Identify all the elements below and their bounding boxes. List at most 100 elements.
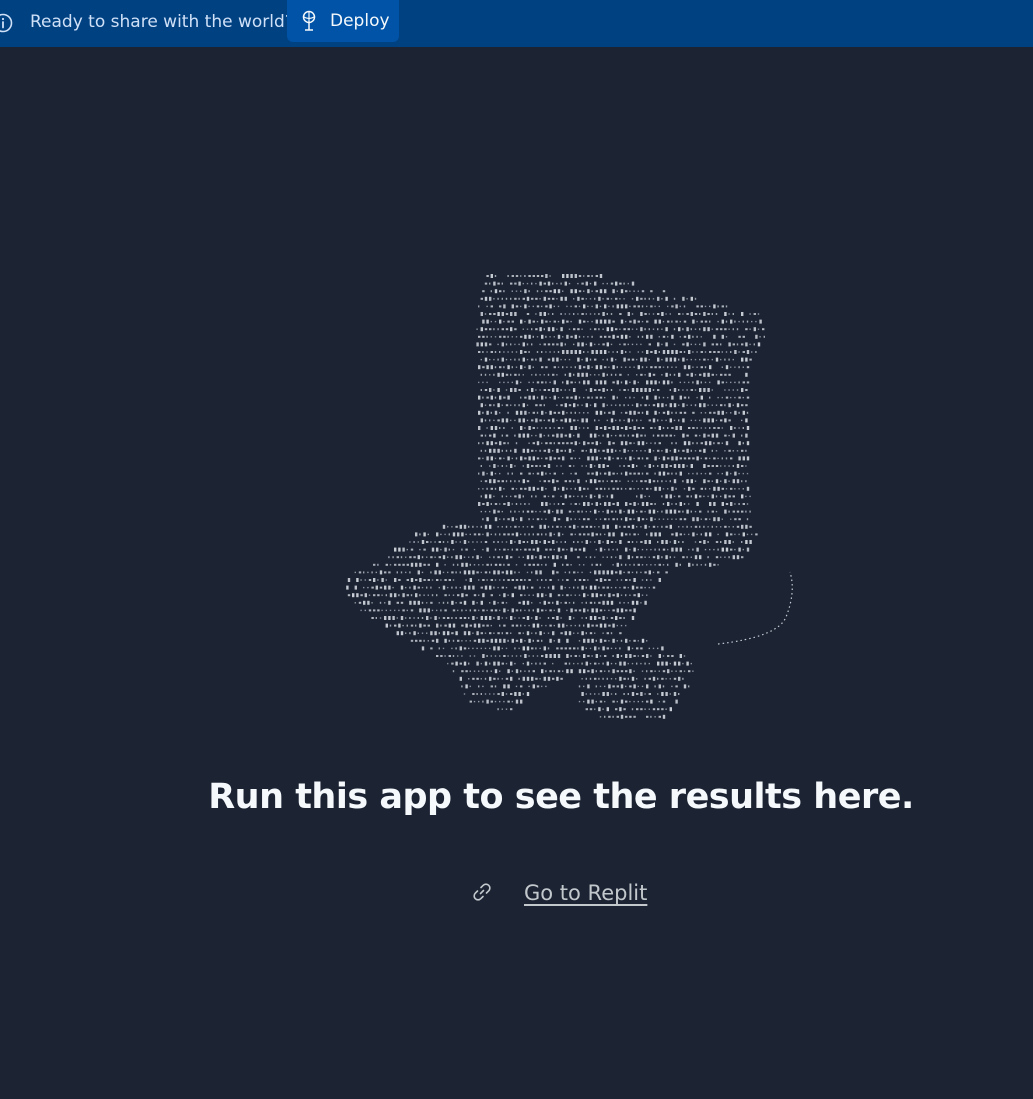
ascii-dot bbox=[489, 296, 492, 301]
ascii-dot bbox=[547, 373, 550, 376]
go-to-replit-link[interactable]: Go to Replit bbox=[524, 878, 647, 908]
ascii-dot bbox=[741, 480, 743, 483]
ascii-dot bbox=[673, 464, 677, 468]
ascii-dot bbox=[678, 404, 680, 406]
ascii-dot bbox=[476, 571, 479, 574]
ascii-dot bbox=[717, 548, 719, 551]
ascii-dot bbox=[524, 289, 527, 294]
ascii-dot bbox=[503, 335, 506, 338]
ascii-dot bbox=[518, 494, 521, 499]
ascii-dot bbox=[573, 343, 575, 346]
ascii-dot bbox=[468, 662, 470, 665]
ascii-dot bbox=[531, 586, 534, 589]
ascii-dot bbox=[478, 442, 480, 445]
ascii-dot bbox=[728, 389, 730, 391]
ascii-dot bbox=[713, 563, 716, 566]
ascii-dot bbox=[688, 350, 691, 354]
ascii-dot bbox=[581, 297, 584, 300]
ascii-dot bbox=[532, 518, 534, 520]
ascii-dot bbox=[452, 609, 456, 612]
ascii-dot bbox=[518, 373, 520, 376]
ascii-dot bbox=[616, 351, 618, 353]
ascii-dot bbox=[640, 541, 643, 543]
ascii-dot bbox=[421, 632, 424, 634]
ascii-dot bbox=[553, 442, 555, 445]
ascii-dot bbox=[543, 586, 545, 589]
ascii-dot bbox=[598, 707, 601, 712]
ascii-dot bbox=[419, 578, 422, 582]
ascii-dot bbox=[528, 456, 531, 461]
ascii-dot bbox=[587, 472, 590, 475]
ascii-dot bbox=[478, 472, 480, 475]
ascii-dot bbox=[657, 480, 659, 483]
ascii-dot bbox=[646, 579, 648, 581]
ascii-dot bbox=[598, 617, 601, 619]
ascii-dot bbox=[678, 661, 681, 666]
ascii-dot bbox=[717, 564, 719, 566]
ascii-dot bbox=[556, 571, 559, 574]
ascii-dot bbox=[505, 677, 509, 680]
ascii-dot bbox=[539, 281, 542, 286]
ascii-dot bbox=[581, 662, 583, 665]
ascii-dot bbox=[577, 282, 579, 285]
ascii-dot bbox=[686, 661, 689, 666]
ascii-dot bbox=[615, 434, 617, 437]
ascii-dot bbox=[585, 617, 587, 619]
ascii-dot bbox=[368, 594, 371, 596]
ascii-dot bbox=[675, 304, 678, 309]
ascii-dot bbox=[581, 449, 584, 452]
ascii-dot bbox=[543, 312, 546, 316]
ascii-dot bbox=[427, 624, 430, 627]
ascii-dot bbox=[522, 676, 525, 681]
ascii-dot bbox=[501, 480, 504, 483]
ascii-dot bbox=[598, 480, 601, 483]
ascii-dot bbox=[526, 586, 529, 589]
ascii-dot bbox=[573, 510, 575, 513]
ascii-dot bbox=[478, 381, 480, 384]
ascii-dot bbox=[745, 372, 748, 377]
ascii-dot bbox=[707, 404, 709, 406]
ascii-dot bbox=[627, 465, 630, 467]
ascii-dot bbox=[738, 518, 741, 521]
ascii-dot bbox=[715, 328, 719, 331]
ascii-dot bbox=[661, 692, 664, 696]
ascii-dot bbox=[493, 404, 495, 407]
ascii-dot bbox=[612, 503, 615, 505]
ascii-dot bbox=[715, 510, 718, 513]
ascii-dot bbox=[604, 655, 607, 657]
ascii-dot bbox=[657, 541, 659, 543]
ascii-dot bbox=[620, 381, 623, 384]
ascii-dot bbox=[724, 373, 727, 376]
ascii-dot bbox=[686, 358, 688, 361]
ascii-dot bbox=[489, 693, 491, 695]
ascii-dot bbox=[421, 617, 424, 619]
deploy-button[interactable]: Deploy bbox=[287, 0, 399, 42]
ascii-dot bbox=[736, 555, 740, 560]
ascii-dot bbox=[480, 358, 482, 361]
ascii-dot bbox=[616, 290, 618, 292]
ascii-dot bbox=[749, 540, 752, 544]
ascii-dot bbox=[377, 594, 380, 597]
ascii-dot bbox=[585, 403, 588, 408]
ascii-dot bbox=[700, 442, 703, 445]
ascii-dot bbox=[510, 388, 513, 392]
ascii-dot bbox=[468, 617, 470, 619]
ascii-dot bbox=[486, 563, 489, 566]
ascii-dot bbox=[717, 396, 719, 399]
ascii-dot bbox=[616, 396, 618, 399]
ascii-dot bbox=[499, 427, 501, 429]
ascii-dot bbox=[692, 472, 694, 475]
ascii-dot bbox=[658, 578, 661, 582]
ascii-dot bbox=[486, 305, 488, 308]
ascii-dot bbox=[468, 525, 470, 528]
ascii-dot bbox=[549, 548, 552, 551]
ascii-dot bbox=[557, 366, 560, 368]
ascii-dot bbox=[688, 548, 690, 551]
ascii-dot bbox=[598, 343, 600, 346]
ascii-dot bbox=[461, 640, 463, 642]
ascii-dot bbox=[541, 579, 543, 581]
ascii-dot bbox=[699, 525, 701, 528]
ascii-dot bbox=[636, 586, 639, 589]
ascii-dot bbox=[526, 510, 530, 513]
ascii-dot bbox=[514, 312, 517, 316]
